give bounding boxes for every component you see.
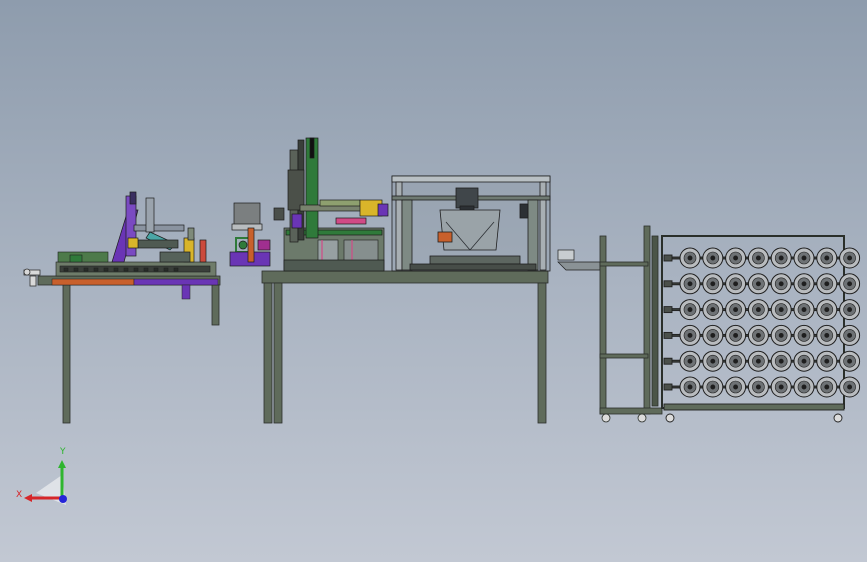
main-table-leg-left bbox=[263, 282, 273, 424]
axis-triad[interactable]: Y X bbox=[16, 447, 67, 505]
reel-shelf-hook bbox=[663, 357, 673, 365]
reel-hub bbox=[801, 358, 807, 364]
reel-hub bbox=[710, 307, 716, 313]
reel-hub bbox=[824, 358, 830, 364]
reel-hub bbox=[755, 307, 761, 313]
reel-hub bbox=[733, 281, 739, 287]
reel-hub bbox=[801, 255, 807, 261]
reel-hub bbox=[687, 384, 693, 390]
reel-hub bbox=[847, 332, 853, 338]
reel-hub bbox=[778, 281, 784, 287]
reel-shelf-hook bbox=[663, 331, 673, 339]
reel-hub bbox=[733, 307, 739, 313]
y-axis-label: Y bbox=[59, 447, 66, 457]
main-table-leg-right bbox=[537, 282, 547, 424]
reel-hub bbox=[824, 281, 830, 287]
reel-hub bbox=[687, 332, 693, 338]
reel-hub bbox=[733, 358, 739, 364]
reel-hub bbox=[755, 281, 761, 287]
reel-hub bbox=[710, 384, 716, 390]
reel-hub bbox=[687, 281, 693, 287]
assembly-drawing: Y X bbox=[16, 137, 861, 505]
reel-hub bbox=[847, 384, 853, 390]
left-colored-plates bbox=[51, 278, 219, 300]
reel-hub bbox=[710, 332, 716, 338]
reel-hub bbox=[755, 384, 761, 390]
main-table bbox=[261, 270, 549, 424]
main-table-top bbox=[261, 270, 549, 284]
reel-hub bbox=[733, 255, 739, 261]
reel-hub bbox=[687, 358, 693, 364]
left-table-leg bbox=[62, 284, 71, 424]
reel-hub bbox=[824, 332, 830, 338]
left-gantry bbox=[111, 191, 207, 263]
transfer-chute bbox=[557, 249, 601, 271]
z-axis-dot bbox=[59, 495, 67, 503]
cad-viewport[interactable]: Y X bbox=[0, 0, 867, 562]
reel-hub bbox=[778, 384, 784, 390]
reel-hub bbox=[847, 358, 853, 364]
reel-hub bbox=[687, 307, 693, 313]
enclosure-cabinet bbox=[391, 175, 551, 272]
reel-hub bbox=[847, 307, 853, 313]
reel-hub bbox=[778, 255, 784, 261]
main-table-leg-left-2 bbox=[273, 282, 283, 424]
reel-hub bbox=[847, 281, 853, 287]
reel-hub bbox=[801, 281, 807, 287]
reel-hub bbox=[710, 255, 716, 261]
reel-hub bbox=[824, 384, 830, 390]
reel-shelf-hook bbox=[663, 280, 673, 288]
x-axis-label: X bbox=[16, 490, 22, 500]
reel-hub bbox=[778, 307, 784, 313]
reel-hub bbox=[778, 332, 784, 338]
reel-hub bbox=[847, 255, 853, 261]
reel-hub bbox=[755, 255, 761, 261]
mid-module bbox=[229, 202, 285, 267]
reel-hub bbox=[733, 332, 739, 338]
reel-hub bbox=[755, 332, 761, 338]
cart-frame bbox=[599, 225, 663, 423]
reel-grid bbox=[663, 247, 861, 398]
reel-hub bbox=[778, 358, 784, 364]
reel-hub bbox=[733, 384, 739, 390]
reel-hub bbox=[801, 332, 807, 338]
reel-shelf-hook bbox=[663, 306, 673, 314]
reel-rack bbox=[661, 235, 861, 423]
reel-hub bbox=[801, 384, 807, 390]
reel-hub bbox=[755, 358, 761, 364]
reel-shelf-hook bbox=[663, 383, 673, 391]
reel-hub bbox=[687, 255, 693, 261]
reel-hub bbox=[801, 307, 807, 313]
press-tower bbox=[283, 137, 389, 272]
reel-shelf-hook bbox=[663, 254, 673, 262]
reel-hub bbox=[710, 281, 716, 287]
reel-hub bbox=[824, 307, 830, 313]
reel-hub bbox=[824, 255, 830, 261]
left-table bbox=[37, 275, 221, 424]
left-table-leg-short bbox=[211, 284, 220, 326]
reel-hub bbox=[710, 358, 716, 364]
